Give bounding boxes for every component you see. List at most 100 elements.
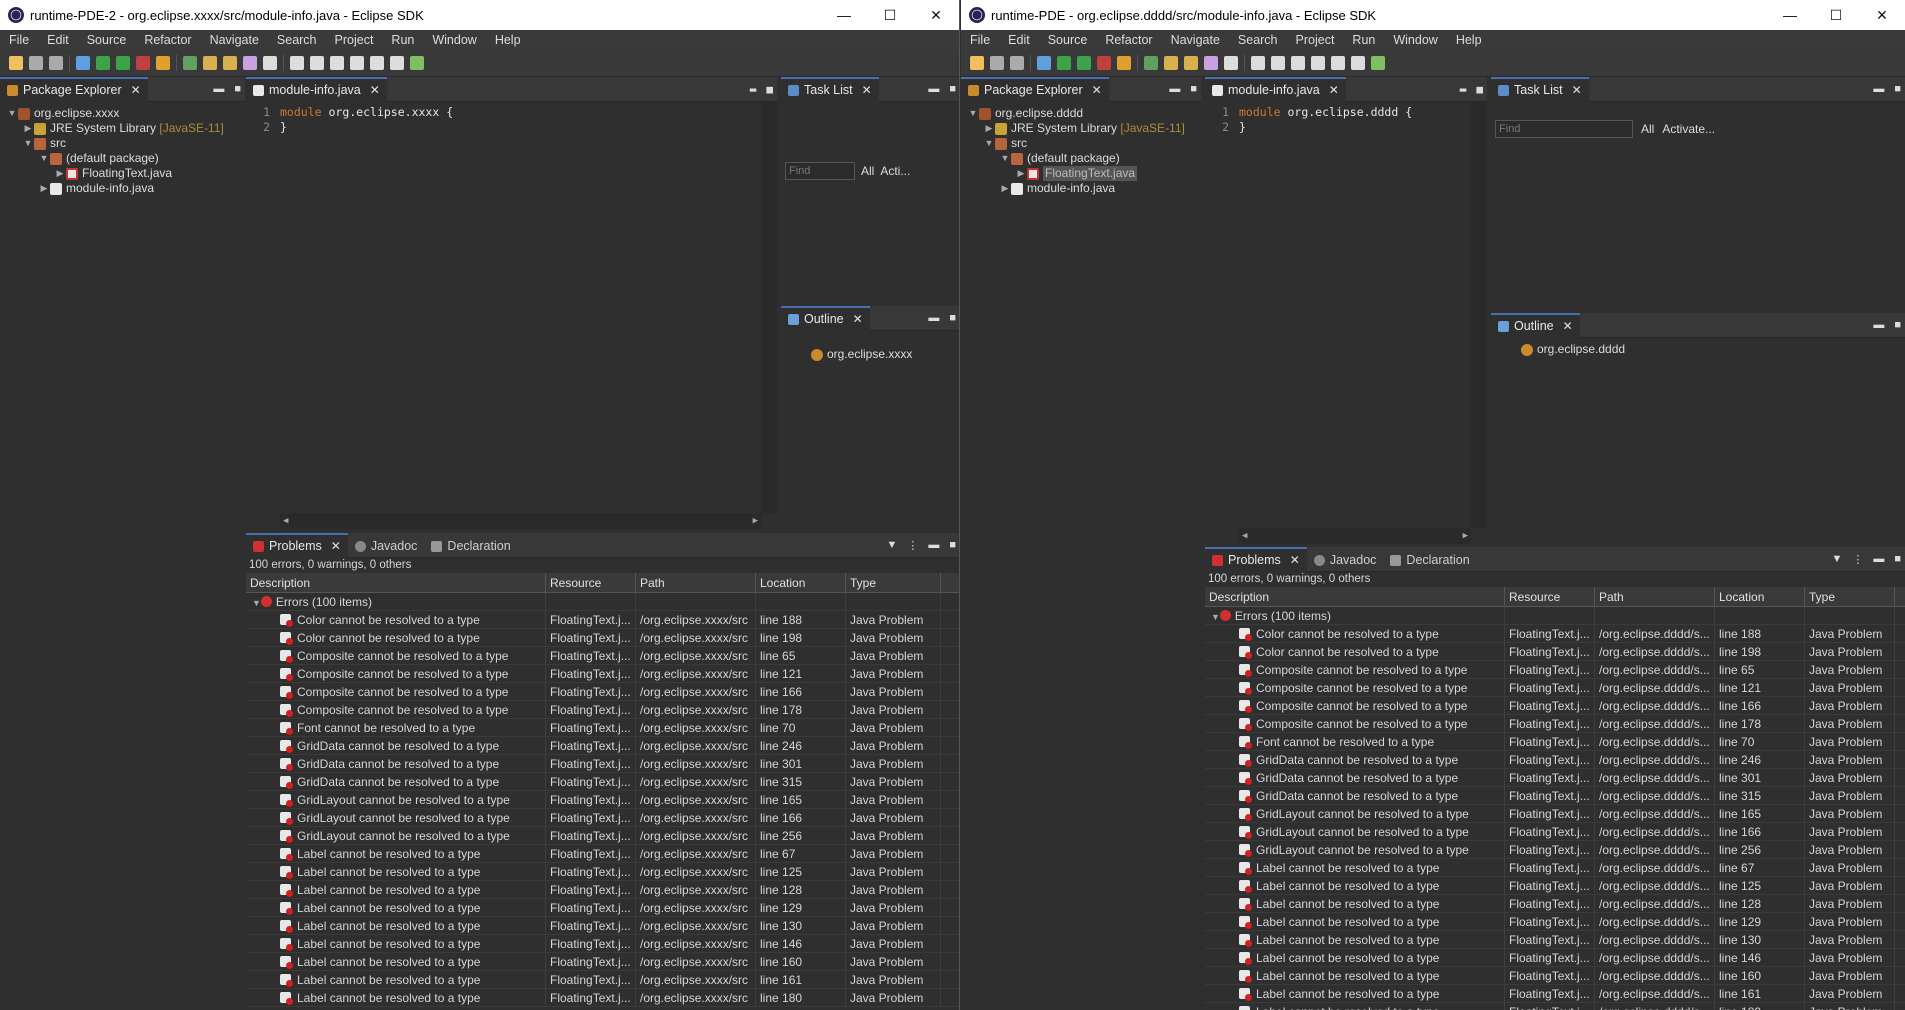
error-group-row[interactable]: ▼ Errors (100 items) <box>1205 607 1905 625</box>
toolbar-button-icon[interactable] <box>1077 56 1091 70</box>
tab-declaration[interactable]: Declaration <box>1383 547 1476 572</box>
tab-package-explorer[interactable]: Package Explorer ✕ <box>961 76 1109 102</box>
problem-row[interactable]: Label cannot be resolved to a type Floati… <box>246 953 959 971</box>
code-area[interactable]: module org.eclipse.dddd { } <box>1239 102 1471 135</box>
menu-file[interactable]: File <box>961 33 999 47</box>
problem-row[interactable]: Label cannot be resolved to a type Floati… <box>246 989 959 1007</box>
minimize-icon[interactable]: ▬ <box>1169 83 1180 95</box>
toolbar-button-icon[interactable] <box>1097 56 1111 70</box>
minimize-icon[interactable]: ▬ <box>928 539 939 552</box>
toolbar-button-icon[interactable] <box>1224 56 1238 70</box>
tree-item-jre[interactable]: ▶ JRE System Library [JavaSE-11] <box>961 121 1201 136</box>
scroll-right-icon[interactable]: ▶ <box>753 516 758 526</box>
menu-project[interactable]: Project <box>326 33 383 47</box>
maximize-icon[interactable]: ■ <box>1190 83 1197 95</box>
column-description[interactable]: Description <box>1205 587 1505 606</box>
problem-row[interactable]: Font cannot be resolved to a type Floatin… <box>246 719 959 737</box>
tree-item-floatingtext[interactable]: ▶ FloatingText.java <box>961 166 1201 181</box>
find-input[interactable]: Find <box>1495 120 1633 138</box>
close-icon[interactable]: ✕ <box>1092 83 1102 97</box>
problem-row[interactable]: Label cannot be resolved to a type Floati… <box>246 899 959 917</box>
toolbar-button-icon[interactable] <box>350 56 364 70</box>
maximize-button[interactable]: ☐ <box>1813 0 1859 30</box>
problem-row[interactable]: Label cannot be resolved to a type Floati… <box>1205 931 1905 949</box>
column-type[interactable]: Type <box>846 573 941 592</box>
menu-run[interactable]: Run <box>382 33 423 47</box>
problem-row[interactable]: Label cannot be resolved to a type Floati… <box>246 845 959 863</box>
problem-row[interactable]: GridData cannot be resolved to a type Flo… <box>1205 769 1905 787</box>
problem-row[interactable]: Label cannot be resolved to a type Floati… <box>1205 949 1905 967</box>
minimize-icon[interactable]: ▬ <box>1873 319 1884 331</box>
toolbar-button-icon[interactable] <box>96 56 110 70</box>
problem-row[interactable]: Color cannot be resolved to a type Floati… <box>1205 643 1905 661</box>
horizontal-scrollbar[interactable]: ◀ ▶ <box>280 513 761 529</box>
minimize-icon[interactable]: ▬ <box>213 83 224 95</box>
column-description[interactable]: Description <box>246 573 546 592</box>
menu-source[interactable]: Source <box>1039 33 1097 47</box>
menu-search[interactable]: Search <box>1229 33 1287 47</box>
activate-link[interactable]: Activate... <box>1662 122 1715 136</box>
toolbar-button-icon[interactable] <box>390 56 404 70</box>
toolbar-button-icon[interactable] <box>263 56 277 70</box>
problem-row[interactable]: Label cannot be resolved to a type Floati… <box>1205 913 1905 931</box>
tree-item-module-info[interactable]: ▶ module-info.java <box>961 181 1201 196</box>
menu-source[interactable]: Source <box>78 33 136 47</box>
tab-javadoc[interactable]: Javadoc <box>348 533 425 558</box>
toolbar-button-icon[interactable] <box>136 56 150 70</box>
problem-row[interactable]: GridData cannot be resolved to a type Flo… <box>246 737 959 755</box>
toolbar-button-icon[interactable] <box>290 56 304 70</box>
tab-module-info[interactable]: module-info.java ✕ <box>1205 76 1346 102</box>
problem-row[interactable]: Label cannot be resolved to a type Floati… <box>246 971 959 989</box>
problem-row[interactable]: Label cannot be resolved to a type Floati… <box>246 881 959 899</box>
toolbar-button-icon[interactable] <box>1311 56 1325 70</box>
minimize-button[interactable]: — <box>821 0 867 30</box>
chevron-right-icon[interactable]: ▶ <box>1015 166 1027 181</box>
tree-item-module-info[interactable]: ▶ module-info.java <box>0 181 245 196</box>
menu-navigate[interactable]: Navigate <box>201 33 268 47</box>
tree-item-src[interactable]: ▼ src <box>961 136 1201 151</box>
menu-refactor[interactable]: Refactor <box>135 33 200 47</box>
chevron-down-icon[interactable]: ▼ <box>252 598 261 608</box>
toolbar-button-icon[interactable] <box>1010 56 1024 70</box>
close-icon[interactable]: ✕ <box>131 83 141 97</box>
chevron-down-icon[interactable]: ▼ <box>999 151 1011 166</box>
menu-window[interactable]: Window <box>1384 33 1446 47</box>
scroll-left-icon[interactable]: ◀ <box>1242 531 1247 541</box>
maximize-icon[interactable]: ■ <box>766 83 773 96</box>
maximize-icon[interactable]: ■ <box>949 312 956 324</box>
problem-row[interactable]: Font cannot be resolved to a type Floatin… <box>1205 733 1905 751</box>
vertical-scrollbar[interactable] <box>1471 102 1487 528</box>
tab-outline[interactable]: Outline ✕ <box>781 305 870 331</box>
problem-row[interactable]: GridLayout cannot be resolved to a type F… <box>246 827 959 845</box>
toolbar-button-icon[interactable] <box>1351 56 1365 70</box>
problem-row[interactable]: Label cannot be resolved to a type Floati… <box>1205 985 1905 1003</box>
toolbar-button-icon[interactable] <box>9 56 23 70</box>
toolbar-button-icon[interactable] <box>49 56 63 70</box>
problem-row[interactable]: Label cannot be resolved to a type Floati… <box>246 863 959 881</box>
menu-run[interactable]: Run <box>1343 33 1384 47</box>
problem-row[interactable]: GridLayout cannot be resolved to a type F… <box>246 809 959 827</box>
problem-row[interactable]: GridData cannot be resolved to a type Flo… <box>1205 751 1905 769</box>
problem-row[interactable]: Composite cannot be resolved to a type Fl… <box>1205 697 1905 715</box>
toolbar-button-icon[interactable] <box>203 56 217 70</box>
horizontal-scrollbar[interactable]: ◀ ▶ <box>1239 528 1471 544</box>
minimize-icon[interactable]: ▬ <box>1873 83 1884 95</box>
toolbar-button-icon[interactable] <box>1144 56 1158 70</box>
maximize-icon[interactable]: ■ <box>949 83 956 95</box>
problem-row[interactable]: GridLayout cannot be resolved to a type F… <box>1205 805 1905 823</box>
toolbar-button-icon[interactable] <box>1037 56 1051 70</box>
minimize-icon[interactable]: ▬ <box>1873 553 1884 566</box>
menu-edit[interactable]: Edit <box>999 33 1039 47</box>
close-button[interactable]: ✕ <box>913 0 959 30</box>
activate-link[interactable]: Acti... <box>880 164 910 178</box>
menu-window[interactable]: Window <box>423 33 485 47</box>
toolbar-button-icon[interactable] <box>223 56 237 70</box>
problem-row[interactable]: Color cannot be resolved to a type Floati… <box>1205 625 1905 643</box>
toolbar-button-icon[interactable] <box>310 56 324 70</box>
toolbar-button-icon[interactable] <box>1057 56 1071 70</box>
maximize-icon[interactable]: ■ <box>949 539 956 552</box>
tree-item-src[interactable]: ▼ src <box>0 136 245 151</box>
maximize-icon[interactable]: ■ <box>234 83 241 95</box>
close-icon[interactable]: ✕ <box>331 539 341 553</box>
chevron-right-icon[interactable]: ▶ <box>999 181 1011 196</box>
